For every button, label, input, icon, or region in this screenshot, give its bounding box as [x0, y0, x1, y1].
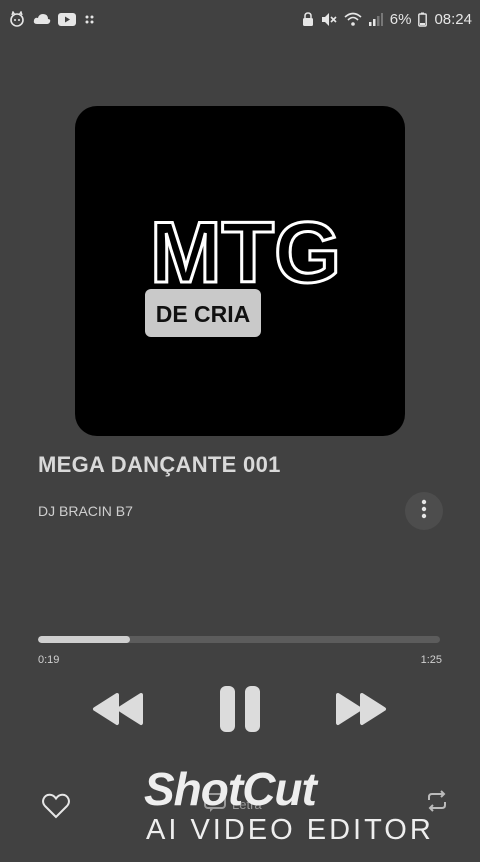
status-bar-right: 6% 08:24: [302, 11, 472, 28]
album-logo-main: MTG: [150, 205, 341, 301]
status-bar-left: [8, 11, 97, 27]
rewind-icon: [91, 691, 145, 732]
fast-forward-icon: [334, 691, 388, 732]
pause-button[interactable]: [212, 684, 268, 738]
lock-icon: [302, 11, 314, 27]
dots-icon: [83, 14, 97, 24]
watermark-tagline: AI VIDEO EDITOR: [146, 814, 434, 846]
elapsed-time: 0:19: [38, 654, 60, 666]
repeat-button[interactable]: [422, 788, 452, 818]
previous-button[interactable]: [90, 688, 146, 734]
wifi-icon: [344, 12, 362, 26]
progress-bar[interactable]: [38, 636, 440, 643]
battery-icon: [418, 12, 428, 27]
more-vert-icon: [421, 499, 427, 524]
track-title: MEGA DANÇANTE 001: [38, 452, 281, 477]
cat-icon: [8, 11, 26, 27]
progress-fill: [38, 636, 131, 643]
pause-icon: [215, 684, 265, 739]
mute-icon: [321, 12, 337, 27]
status-time: 08:24: [434, 10, 472, 28]
album-logo: MTG DE CRIA: [145, 204, 343, 337]
heart-icon: [42, 793, 70, 824]
lyrics-label: Letra: [232, 797, 262, 812]
total-time: 1:25: [420, 654, 442, 666]
album-logo-badge: DE CRIA: [156, 301, 251, 327]
youtube-icon: [58, 12, 76, 26]
next-button[interactable]: [333, 688, 389, 734]
like-button[interactable]: [38, 790, 74, 826]
cloud-icon: [33, 12, 51, 26]
signal-icon: [368, 12, 383, 26]
lyrics-icon: [204, 793, 226, 816]
battery-percent: 6%: [389, 10, 412, 28]
watermark: ShotCut AI VIDEO EDITOR: [140, 762, 470, 852]
more-options-button[interactable]: [405, 492, 443, 530]
repeat-icon: [425, 789, 449, 817]
status-bar: 6% 08:24: [0, 0, 480, 38]
album-art: MTG DE CRIA: [75, 106, 405, 436]
track-artist[interactable]: DJ BRACIN B7: [38, 503, 133, 519]
lyrics-button[interactable]: Letra: [204, 793, 262, 816]
